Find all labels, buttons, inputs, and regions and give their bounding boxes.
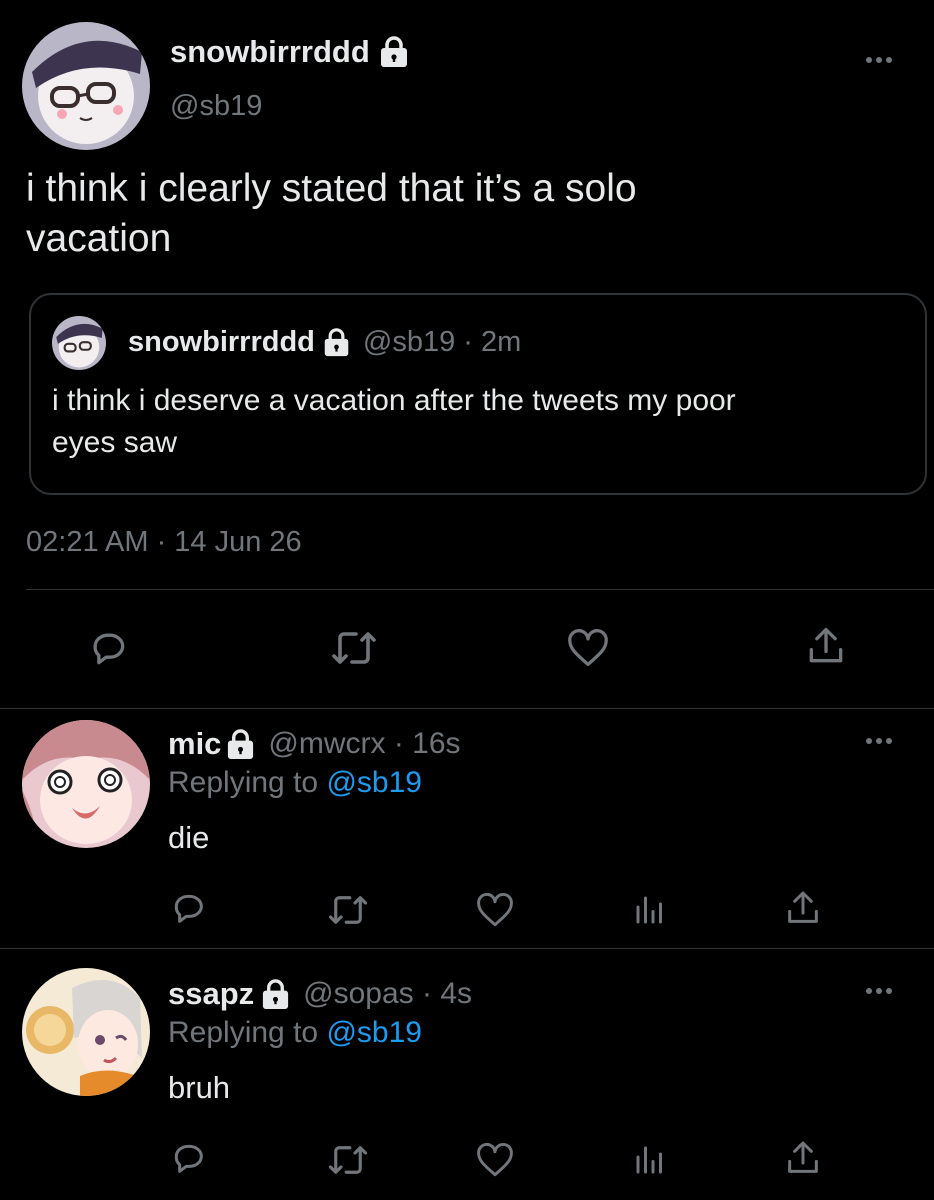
share-icon[interactable]	[783, 1138, 823, 1178]
analytics-icon[interactable]	[632, 892, 668, 928]
quoted-text: i think i deserve a vacation after the t…	[52, 384, 736, 459]
like-icon[interactable]	[475, 892, 515, 928]
lock-icon	[378, 35, 410, 69]
reply-handle-time: @sopas · 4s	[303, 977, 473, 1010]
tweet-text: i think i clearly stated that it’s a sol…	[26, 167, 637, 260]
display-name[interactable]: snowbirrrddd	[170, 34, 370, 70]
reply-icon[interactable]	[168, 1138, 208, 1178]
more-icon[interactable]	[866, 738, 892, 744]
divider	[0, 708, 934, 709]
lock-icon	[260, 978, 291, 1011]
like-icon[interactable]	[475, 1142, 515, 1178]
retweet-icon[interactable]	[327, 1142, 369, 1178]
lock-icon	[225, 728, 256, 761]
reply-text: bruh	[168, 1070, 231, 1105]
reply-icon[interactable]	[86, 626, 130, 670]
reply-avatar[interactable]	[22, 968, 150, 1096]
retweet-icon[interactable]	[330, 628, 378, 668]
share-icon[interactable]	[783, 888, 823, 928]
handle[interactable]: @sb19	[170, 90, 262, 123]
main-avatar[interactable]	[22, 22, 150, 150]
analytics-icon[interactable]	[632, 1142, 668, 1178]
share-icon[interactable]	[804, 624, 848, 668]
replying-to-link[interactable]: @sb19	[326, 766, 422, 799]
reply-display-name[interactable]: mic	[168, 726, 221, 762]
more-icon[interactable]	[866, 988, 892, 994]
divider	[0, 948, 934, 949]
replying-to-link[interactable]: @sb19	[326, 1016, 422, 1049]
divider	[26, 589, 934, 590]
replying-to: Replying to @sb19	[168, 766, 422, 799]
quoted-display-name: snowbirrrddd	[128, 326, 315, 358]
lock-icon	[322, 327, 351, 358]
tweet-timestamp[interactable]: 02:21 AM · 14 Jun 26	[26, 526, 302, 559]
quoted-avatar	[52, 316, 106, 370]
reply-text: die	[168, 820, 210, 855]
retweet-icon[interactable]	[327, 892, 369, 928]
reply-handle-time: @mwcrx · 16s	[268, 727, 461, 760]
reply-icon[interactable]	[168, 888, 208, 928]
like-icon[interactable]	[566, 628, 610, 668]
quoted-handle-time: @sb19 · 2m	[362, 326, 522, 358]
more-icon[interactable]	[866, 57, 892, 63]
replying-to: Replying to @sb19	[168, 1016, 422, 1049]
reply-avatar[interactable]	[22, 720, 150, 848]
reply-display-name[interactable]: ssapz	[168, 976, 254, 1012]
